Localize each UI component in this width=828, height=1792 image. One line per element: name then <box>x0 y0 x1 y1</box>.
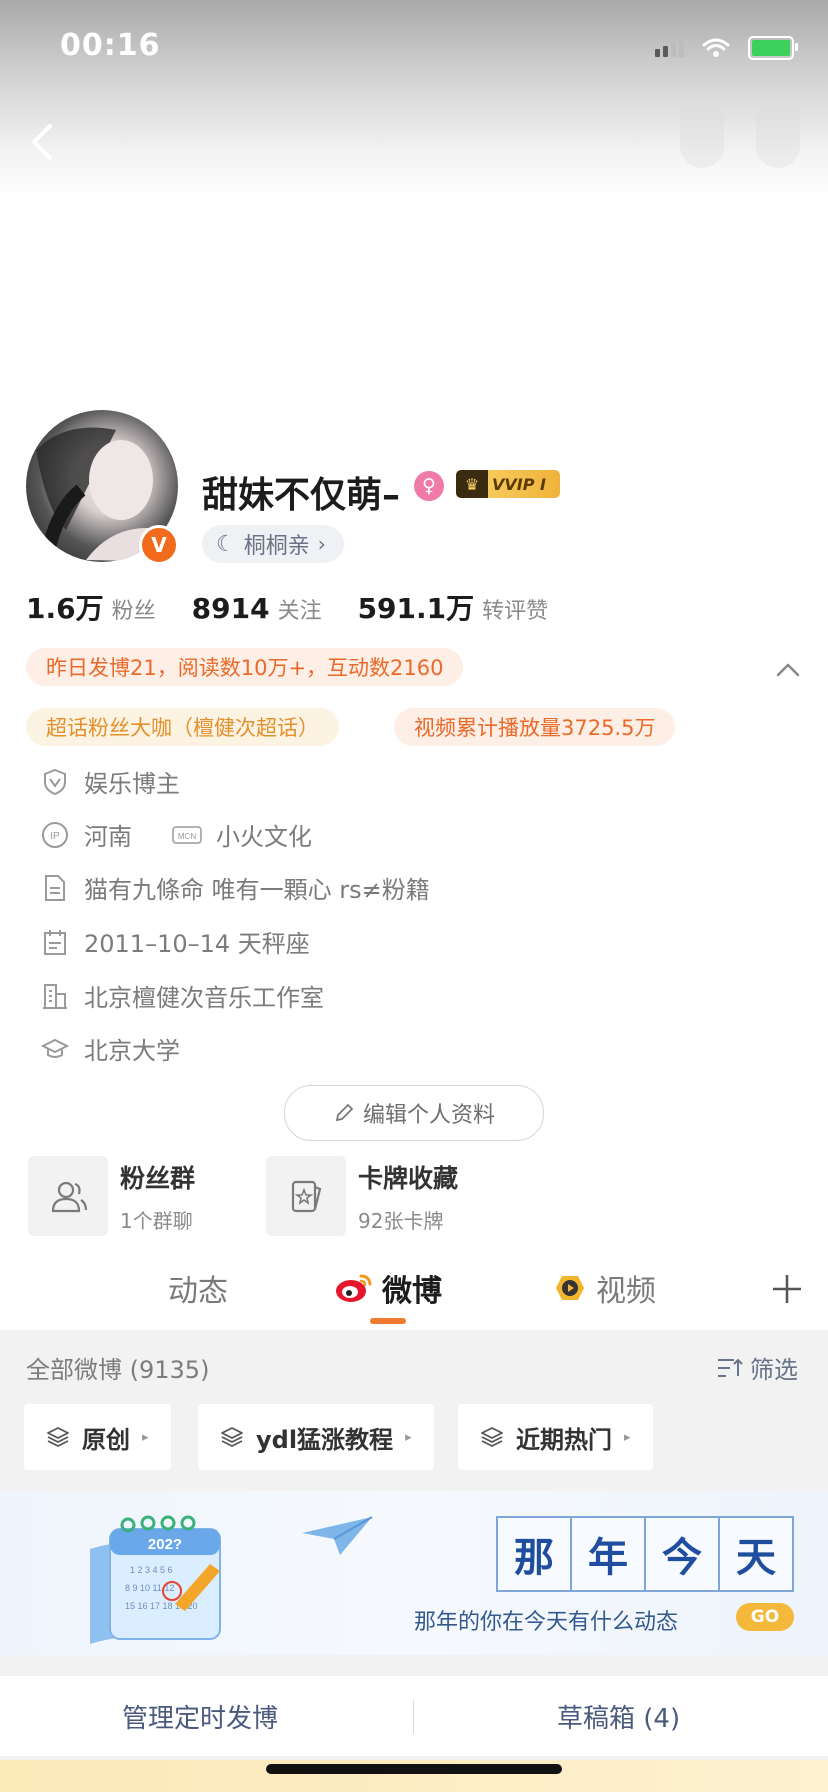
ip-icon: IP <box>40 820 70 850</box>
stat-following[interactable]: 8914 关注 <box>192 592 322 625</box>
fan-group-icon <box>28 1156 108 1236</box>
pencil-icon <box>335 1103 354 1122</box>
super-topic-tag[interactable]: 超话粉丝大咖（檀健次超话） <box>26 708 339 746</box>
home-indicator[interactable] <box>266 1764 562 1774</box>
female-icon: ♀ <box>414 471 444 501</box>
nickname-text: 桐桐亲 <box>243 534 310 559</box>
card-collection-title: 卡牌收藏 <box>358 1163 459 1193</box>
drafts-button[interactable]: 草稿箱 (4) <box>557 1698 680 1735</box>
filter-button[interactable]: 筛选 <box>716 1350 798 1385</box>
banner-char-1: 那 <box>496 1516 572 1592</box>
caret-right-icon: ▸ <box>142 1429 149 1445</box>
caret-right-icon: ▸ <box>624 1429 631 1445</box>
graduation-cap-icon <box>40 1034 70 1064</box>
vip-label: VVIP I <box>492 474 546 494</box>
active-tab-indicator <box>370 1318 406 1324</box>
moon-icon: ☾ <box>216 531 236 557</box>
search-button[interactable] <box>680 100 724 168</box>
info-ip: IP 河南 MCN 小火文化 <box>40 817 312 852</box>
filter-icon <box>718 1358 743 1377</box>
weibo-icon <box>336 1274 372 1302</box>
chevron-right-icon: › <box>317 532 326 556</box>
layers-icon <box>47 1427 69 1447</box>
video-plays-tag[interactable]: 视频累计播放量3725.5万 <box>394 708 676 746</box>
profile-stats: 1.6万 粉丝 8914 关注 591.1万 转评赞 <box>26 587 548 627</box>
info-company: 北京檀健次音乐工作室 <box>40 978 324 1013</box>
building-icon <box>40 981 70 1011</box>
layers-icon <box>481 1427 503 1447</box>
calendar-icon <box>40 927 70 957</box>
profile-tabs: 动态 微博 视频 <box>0 1258 828 1328</box>
status-icons <box>655 36 798 60</box>
info-birthday: 2011–10–14 天秤座 <box>40 924 310 959</box>
vvip-badge[interactable]: ♛ VVIP I <box>456 470 560 498</box>
shield-v-icon <box>40 767 70 797</box>
mcn-icon: MCN <box>172 820 202 850</box>
wifi-icon <box>702 38 730 57</box>
filter-tutorial[interactable]: ydl猛涨教程 ▸ <box>198 1404 434 1470</box>
verified-badge: V <box>139 525 179 565</box>
svg-text:1 2 3 4 5 6: 1 2 3 4 5 6 <box>130 1565 173 1575</box>
status-time: 00:16 <box>60 28 161 63</box>
layers-icon <box>221 1427 243 1447</box>
tab-weibo[interactable]: 微博 <box>334 1266 442 1310</box>
filter-original[interactable]: 原创 ▸ <box>24 1404 171 1470</box>
add-tab-icon[interactable] <box>770 1272 804 1306</box>
filter-trending[interactable]: 近期热门 ▸ <box>458 1404 653 1470</box>
card-collection-entry[interactable]: 卡牌收藏 92张卡牌 <box>266 1156 458 1236</box>
manage-scheduled-posts-button[interactable]: 管理定时发博 <box>122 1698 278 1735</box>
card-collection-icon <box>266 1156 346 1236</box>
banner-subtitle: 那年的你在今天有什么动态 <box>414 1610 679 1635</box>
more-button[interactable] <box>756 100 800 168</box>
chevron-up-icon[interactable] <box>774 656 802 684</box>
fan-group-subtitle: 1个群聊 <box>120 1208 193 1233</box>
banner-char-2: 年 <box>570 1516 646 1592</box>
tab-feed[interactable]: 动态 <box>168 1266 228 1310</box>
banner-char-3: 今 <box>644 1516 720 1592</box>
caret-right-icon: ▸ <box>405 1429 412 1445</box>
edit-profile-button[interactable]: 编辑个人资料 <box>284 1085 544 1141</box>
profile-name: 甜妹不仅萌– <box>202 475 401 516</box>
stat-interactions[interactable]: 591.1万 转评赞 <box>358 587 549 627</box>
crown-icon: ♛ <box>456 470 488 498</box>
video-play-icon <box>556 1276 584 1300</box>
yesterday-stats-chip[interactable]: 昨日发博21，阅读数10万+，互动数2160 <box>26 648 464 686</box>
tab-video[interactable]: 视频 <box>552 1266 656 1310</box>
cellular-signal-icon <box>655 39 684 57</box>
calendar-illustration-icon: 202? 1 2 3 4 5 6 8 9 10 11 12 15 16 17 1… <box>90 1515 221 1644</box>
fan-group-title: 粉丝群 <box>120 1163 196 1193</box>
svg-text:IP: IP <box>50 831 60 842</box>
all-posts-count: 全部微博 (9135) <box>26 1356 210 1384</box>
stat-followers[interactable]: 1.6万 粉丝 <box>26 587 156 627</box>
banner-char-4: 天 <box>718 1516 794 1592</box>
paper-plane-icon <box>302 1516 373 1555</box>
go-button[interactable]: GO <box>736 1603 794 1631</box>
fan-group-entry[interactable]: 粉丝群 1个群聊 <box>28 1156 195 1236</box>
bottom-divider <box>413 1700 414 1734</box>
card-collection-subtitle: 92张卡牌 <box>358 1208 444 1233</box>
svg-text:MCN: MCN <box>178 832 196 841</box>
info-school: 北京大学 <box>40 1031 180 1066</box>
back-arrow-icon[interactable] <box>22 118 62 166</box>
info-bio: 猫有九條命 唯有一顆心 rs≠粉籍 <box>40 870 430 905</box>
calendar-year: 202? <box>148 1536 182 1553</box>
nickname-chip[interactable]: ☾ 桐桐亲 › <box>202 525 344 563</box>
info-role: 娱乐博主 <box>40 764 180 799</box>
battery-icon <box>748 36 798 60</box>
document-icon <box>40 873 70 903</box>
